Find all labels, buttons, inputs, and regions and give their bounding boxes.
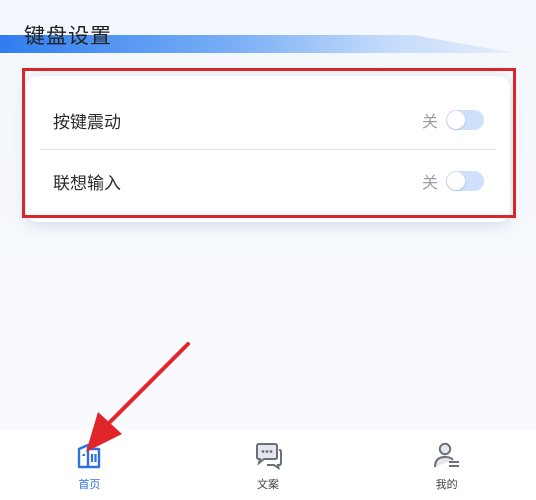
toggle-knob [447, 172, 465, 190]
predictive-input-toggle[interactable] [446, 171, 484, 191]
setting-row-key-vibration[interactable]: 按键震动 关 [26, 90, 510, 150]
setting-row-predictive-input[interactable]: 联想输入 关 [26, 151, 510, 211]
toggle-knob [447, 111, 465, 129]
setting-label-key-vibration: 按键震动 [53, 112, 121, 133]
bottom-nav: 首页 文案 我的 [0, 430, 536, 500]
nav-item-copywriting[interactable]: 文案 [179, 430, 358, 500]
key-vibration-toggle[interactable] [446, 110, 484, 130]
nav-label-copywriting: 文案 [257, 478, 279, 491]
annotation-arrow [86, 342, 190, 452]
toggle-state-text: 关 [421, 173, 438, 192]
nav-item-profile[interactable]: 我的 [357, 430, 536, 500]
nav-label-home: 首页 [78, 478, 101, 491]
profile-icon [433, 442, 459, 468]
chat-icon [256, 443, 282, 470]
setting-label-predictive-input: 联想输入 [53, 173, 121, 194]
page-title: 键盘设置 [24, 24, 112, 48]
settings-card: 按键震动 关 联想输入 关 [26, 76, 510, 222]
nav-item-home[interactable]: 首页 [0, 430, 179, 500]
toggle-state-text: 关 [421, 112, 438, 131]
row-divider [40, 149, 496, 150]
home-icon [78, 443, 101, 469]
nav-label-profile: 我的 [435, 478, 458, 491]
